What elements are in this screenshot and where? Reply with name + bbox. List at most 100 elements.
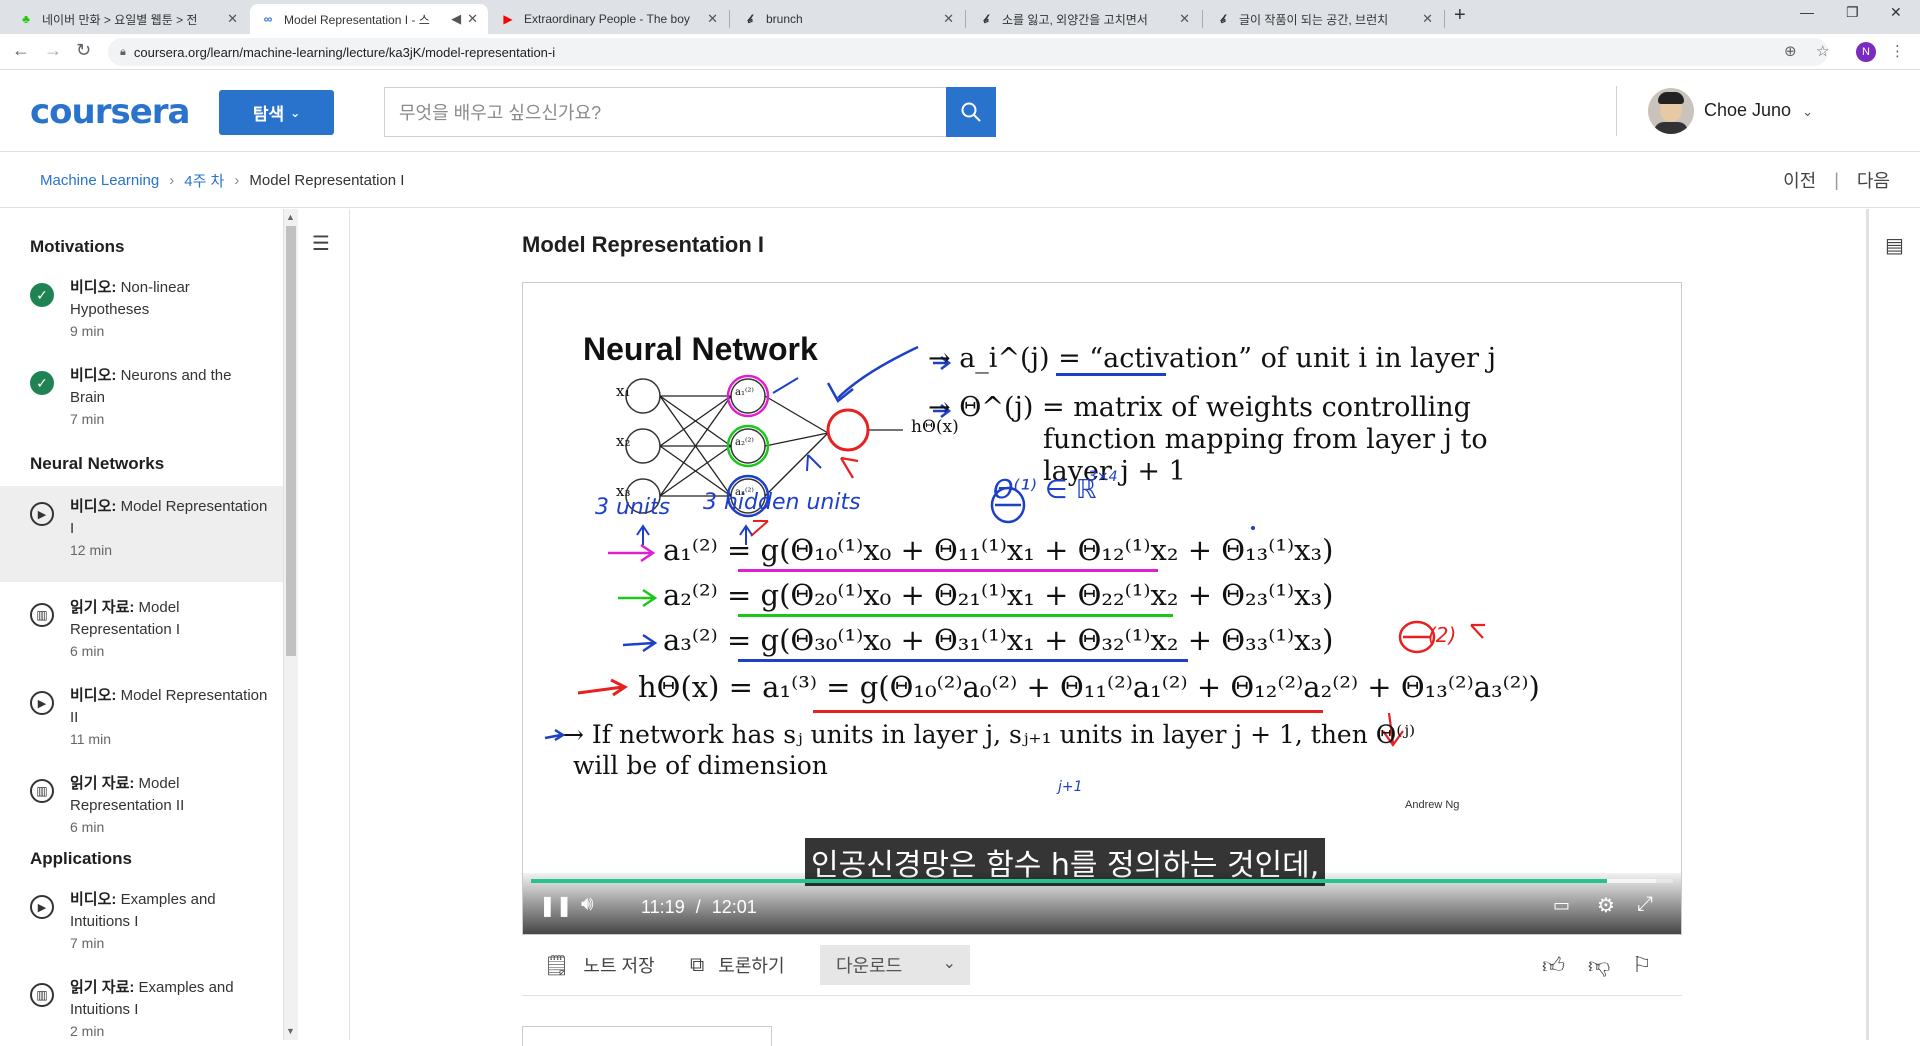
book-icon: ▥	[30, 779, 54, 803]
dislike-icon[interactable]: 👎︎	[1588, 952, 1610, 979]
breadcrumb-week[interactable]: 4주 차	[184, 170, 224, 191]
scroll-up-icon[interactable]: ▲	[286, 212, 295, 222]
flag-icon[interactable]: ⚐	[1632, 952, 1652, 978]
browser-tab-coursera[interactable]: ∞ Model Representation I - 스 ◀ ✕	[250, 4, 488, 34]
discuss-button[interactable]: ⧉ 토론하기	[690, 952, 785, 978]
audio-playing-icon[interactable]: ◀	[451, 11, 461, 27]
item-type: 비디오:	[70, 498, 117, 515]
like-icon[interactable]: 👍︎	[1542, 952, 1565, 979]
sidebar-item[interactable]: ✓ 비디오: Neurons and the Brain 7 min	[0, 361, 283, 441]
save-note-button[interactable]: 🗒︎ 노트 저장	[544, 952, 655, 978]
brunch-icon: 𝒷	[983, 11, 989, 26]
browser-profile-avatar[interactable]: N	[1856, 42, 1876, 62]
course-sidebar: Motivations ✓ 비디오: Non-linear Hypotheses…	[0, 209, 284, 1040]
naver-webtoon-icon: ♣	[22, 12, 30, 26]
dimension-rule-text-2: will be of dimension	[573, 751, 828, 780]
coursera-logo[interactable]: coursera	[30, 92, 190, 132]
search-button[interactable]	[946, 87, 996, 137]
site-header: coursera 탐색 ⌄ 무엇을 배우고 싶으신가요? Choe Juno ⌄	[0, 70, 1920, 152]
sidebar-item[interactable]: ✓ 비디오: Non-linear Hypotheses 9 min	[0, 273, 283, 353]
section-title: Neural Networks	[30, 454, 165, 473]
item-type: 비디오:	[70, 367, 117, 384]
browser-menu-icon[interactable]: ⋮	[1890, 42, 1905, 60]
video-player[interactable]: Neural Network x₁ x₂ x₃ a₁⁽²⁾ a₂⁽²⁾ a₃⁽²…	[522, 282, 1682, 935]
browser-tab-brunch-post[interactable]: 𝒷 소를 잃고, 외양간을 고치면서 ✕	[968, 4, 1200, 34]
note-icon: 🗒︎	[544, 954, 570, 977]
discuss-label: 토론하기	[718, 956, 785, 976]
captions-icon[interactable]: ▭	[1553, 895, 1570, 916]
save-note-label: 노트 저장	[583, 956, 655, 976]
pause-icon[interactable]: ❚❚	[539, 893, 573, 918]
address-bar-row: ← → ↻ 🔒︎ coursera.org/learn/machine-lear…	[0, 34, 1920, 70]
minimize-icon[interactable]: —	[1800, 4, 1814, 20]
input-node-label: x₂	[616, 432, 631, 450]
bookmark-star-icon[interactable]: ☆	[1816, 42, 1829, 60]
list-icon[interactable]: ☰	[312, 231, 330, 256]
section-title: Motivations	[30, 237, 125, 256]
item-type: 읽기 자료:	[70, 599, 135, 616]
breadcrumb-bar: Machine Learning › 4주 차 › Model Represen…	[0, 152, 1920, 208]
sidebar-scroll-thumb[interactable]	[286, 226, 296, 656]
url-bar[interactable]: 🔒︎ coursera.org/learn/machine-learning/l…	[108, 38, 1828, 66]
tab-title: Model Representation I - 스	[284, 12, 430, 27]
item-type: 읽기 자료:	[70, 775, 135, 792]
chevron-down-icon: ⌄	[290, 105, 301, 120]
back-icon[interactable]: ←	[12, 40, 30, 61]
download-label: 다운로드	[836, 956, 903, 976]
video-progress-track[interactable]	[531, 879, 1673, 883]
sidebar-item-active[interactable]: ▶ 비디오: Model Representation I 12 min	[0, 486, 283, 582]
item-type: 비디오:	[70, 687, 117, 704]
restore-icon[interactable]: ❐	[1846, 4, 1859, 21]
lecture-action-bar: 🗒︎ 노트 저장 ⧉ 토론하기 다운로드 ⌄ 👍︎ 👎︎ ⚐	[522, 940, 1682, 996]
sidebar-item[interactable]: ▥ 읽기 자료: Model Representation II 6 min	[0, 765, 283, 845]
zoom-icon[interactable]: ⊕	[1784, 42, 1797, 60]
user-avatar[interactable]	[1648, 88, 1694, 134]
sidebar-item[interactable]: ▶ 비디오: Model Representation II 11 min	[0, 677, 283, 757]
browser-tab-naver[interactable]: ♣ 네이버 만화 > 요일별 웹툰 > 전 ✕	[8, 4, 248, 34]
activation-underline	[1056, 373, 1166, 376]
volume-icon[interactable]: 🔊︎	[581, 893, 594, 916]
close-tab-icon[interactable]: ✕	[467, 11, 478, 27]
close-tab-icon[interactable]: ✕	[227, 11, 238, 27]
user-menu[interactable]: Choe Juno ⌄	[1704, 100, 1813, 121]
scroll-down-icon[interactable]: ▼	[286, 1026, 295, 1036]
close-tab-icon[interactable]: ✕	[1179, 11, 1190, 27]
browser-tab-brunch-home[interactable]: 𝒷 글이 작품이 되는 공간, 브런치 ✕	[1205, 4, 1443, 34]
url-text: coursera.org/learn/machine-learning/lect…	[133, 44, 556, 60]
user-name: Choe Juno	[1704, 100, 1792, 120]
handwritten-note-theta: Θ⁽¹⁾ ∈ ℝ	[993, 475, 1097, 505]
tab-title: Extraordinary People - The boy	[524, 12, 690, 26]
settings-gear-icon[interactable]: ⚙	[1597, 893, 1615, 918]
equation-hypothesis: hΘ(x) = a₁⁽³⁾ = g(Θ₁₀⁽²⁾a₀⁽²⁾ + Θ₁₁⁽²⁾a₁…	[638, 670, 1540, 704]
browser-tab-strip: ♣ 네이버 만화 > 요일별 웹툰 > 전 ✕ ∞ Model Represen…	[0, 0, 1920, 34]
handwritten-note-hidden: 3 hidden units	[703, 490, 861, 515]
new-tab-button[interactable]: +	[1454, 4, 1466, 27]
sidebar-item[interactable]: ▶ 비디오: Examples and Intuitions I 7 min	[0, 881, 283, 961]
youtube-icon: ▶	[503, 12, 513, 26]
sidebar-item[interactable]: ▥ 읽기 자료: Examples and Intuitions I 2 min	[0, 969, 283, 1040]
close-tab-icon[interactable]: ✕	[943, 11, 954, 27]
close-tab-icon[interactable]: ✕	[707, 11, 718, 27]
next-button[interactable]: 다음	[1857, 167, 1890, 193]
explore-button[interactable]: 탐색 ⌄	[219, 90, 334, 135]
previous-button[interactable]: 이전	[1783, 167, 1816, 193]
window-close-icon[interactable]: ✕	[1890, 4, 1902, 21]
browser-tab-youtube[interactable]: ▶ Extraordinary People - The boy ✕	[490, 4, 728, 34]
item-duration: 9 min	[70, 323, 105, 339]
handwritten-note-j: j+1	[1058, 779, 1083, 795]
weights-definition-2: function mapping from layer j to	[1043, 424, 1488, 455]
reload-icon[interactable]: ↻	[76, 40, 91, 61]
browser-tab-brunch[interactable]: 𝒷 brunch ✕	[732, 4, 964, 34]
forward-icon[interactable]: →	[44, 40, 62, 61]
item-duration: 11 min	[70, 731, 111, 747]
transcript-icon[interactable]: ▤	[1885, 233, 1904, 258]
slide-title: Neural Network	[583, 331, 818, 367]
download-dropdown[interactable]: 다운로드 ⌄	[820, 945, 970, 985]
breadcrumb-course[interactable]: Machine Learning	[40, 172, 159, 189]
section-title: Applications	[30, 849, 133, 868]
close-tab-icon[interactable]: ✕	[1422, 11, 1433, 27]
sidebar-item[interactable]: ▥ 읽기 자료: Model Representation I 6 min	[0, 589, 283, 669]
fullscreen-icon[interactable]: ⤢	[1637, 893, 1653, 916]
search-input[interactable]: 무엇을 배우고 싶으신가요?	[384, 87, 946, 137]
brunch-icon: 𝒷	[747, 11, 753, 26]
